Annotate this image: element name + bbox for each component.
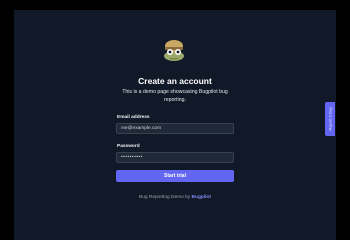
email-label: Email address (117, 115, 150, 120)
footer-prefix: Bug Reporting Demo by (139, 195, 191, 200)
password-label: Password (117, 144, 140, 149)
report-bug-tab[interactable]: Report a bug (325, 102, 335, 136)
report-bug-tab-label: Report a bug (327, 107, 333, 131)
email-field[interactable]: me@example.com (116, 123, 234, 134)
start-trial-button[interactable]: Start trial (116, 170, 234, 182)
password-field[interactable]: •••••••••• (116, 152, 234, 163)
frog-pilot-icon (164, 40, 184, 61)
page-subtitle: This is a demo page showcasing Bugpilot … (122, 89, 228, 103)
page-title: Create an account (138, 76, 212, 86)
bugpilot-link[interactable]: Bugpilot (192, 195, 211, 200)
footer-credit: Bug Reporting Demo by Bugpilot (0, 195, 350, 200)
